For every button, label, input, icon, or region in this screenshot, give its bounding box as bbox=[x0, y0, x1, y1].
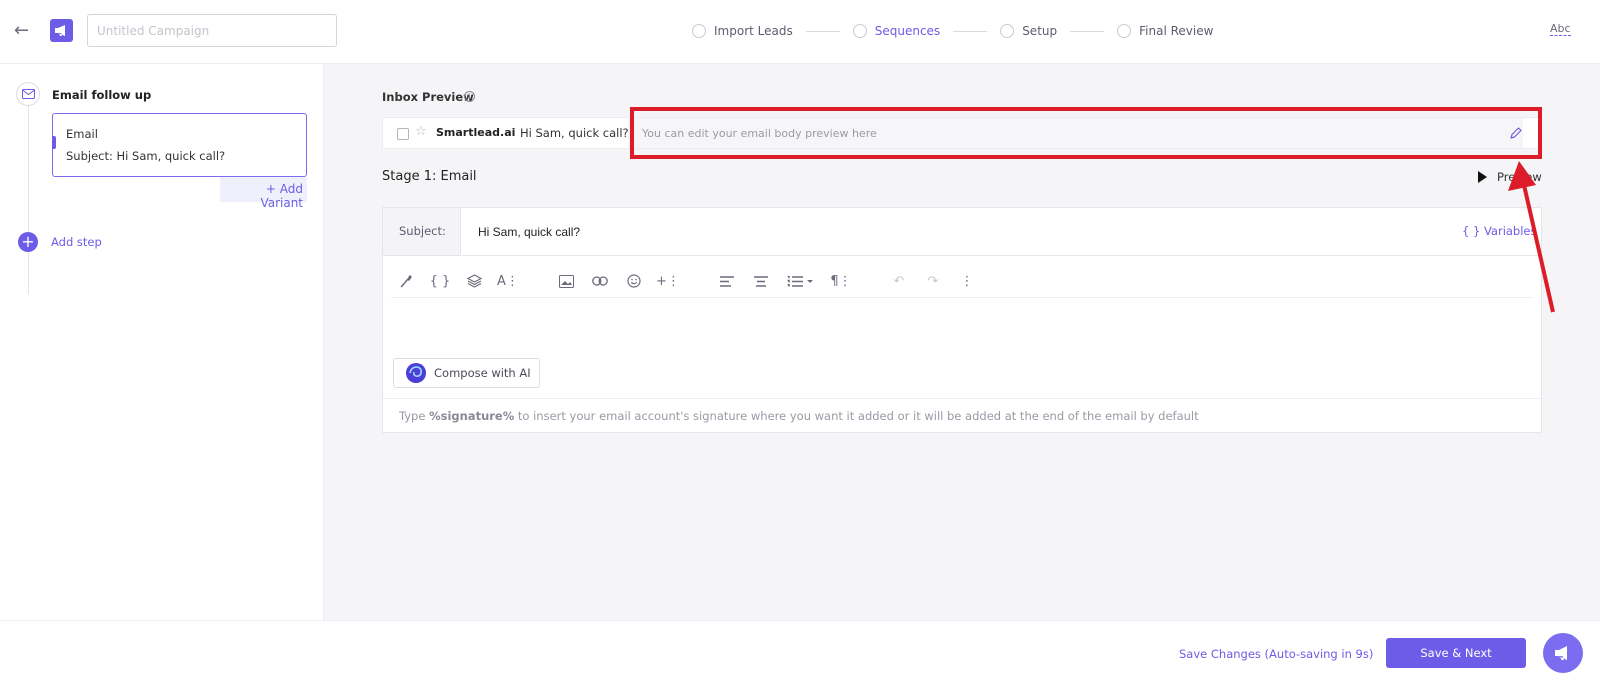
step-label: Import Leads bbox=[714, 24, 793, 38]
numbered-list-icon[interactable] bbox=[784, 270, 816, 292]
paragraph-icon[interactable]: ¶⋮ bbox=[830, 270, 852, 292]
step-connector bbox=[805, 30, 840, 32]
step-setup[interactable]: Setup bbox=[1000, 24, 1057, 38]
editor-toolbar: { } A⋮ +⋮ ¶⋮ ↶ ↷ ⋮ bbox=[391, 260, 1533, 298]
wizard-stepper: Import Leads Sequences Setup Final Revie… bbox=[692, 22, 1213, 40]
code-braces-icon[interactable]: { } bbox=[429, 270, 451, 292]
align-left-icon[interactable] bbox=[716, 270, 738, 292]
font-size-icon[interactable]: A⋮ bbox=[497, 270, 519, 292]
emoji-icon[interactable] bbox=[623, 270, 645, 292]
info-icon[interactable]: i bbox=[464, 91, 475, 102]
step-label: Setup bbox=[1022, 24, 1058, 38]
image-icon[interactable] bbox=[555, 270, 577, 292]
variables-button[interactable]: { } Variables bbox=[1462, 224, 1537, 238]
email-variant-card[interactable]: Email Subject: Hi Sam, quick call? bbox=[52, 113, 307, 177]
variant-type: Email bbox=[66, 127, 98, 141]
step-label: Final Review bbox=[1139, 24, 1214, 38]
star-icon[interactable]: ☆ bbox=[415, 124, 427, 139]
sequence-step-title: Email follow up bbox=[52, 88, 152, 102]
announcement-megaphone-icon[interactable] bbox=[1543, 633, 1583, 673]
timeline-line bbox=[28, 104, 29, 294]
step-label: Sequences bbox=[874, 24, 941, 38]
signature-hint-suffix: to insert your email account's signature… bbox=[514, 409, 1199, 423]
redo-icon[interactable]: ↷ bbox=[922, 270, 944, 292]
step-circle-icon bbox=[1117, 24, 1132, 38]
stage-title: Stage 1: Email bbox=[382, 169, 477, 184]
undo-icon[interactable]: ↶ bbox=[888, 270, 910, 292]
step-connector bbox=[1070, 30, 1105, 32]
step-import-leads[interactable]: Import Leads bbox=[692, 24, 793, 38]
add-variant-button[interactable]: + Add Variant bbox=[220, 177, 307, 210]
step-sequences[interactable]: Sequences bbox=[852, 24, 941, 38]
add-step-button[interactable]: Add step bbox=[51, 235, 102, 249]
preview-subject: Hi Sam, quick call? bbox=[520, 126, 629, 140]
align-center-icon[interactable] bbox=[750, 270, 772, 292]
signature-hint-prefix: Type bbox=[399, 409, 430, 423]
brush-icon[interactable] bbox=[395, 270, 417, 292]
insert-plus-icon[interactable]: +⋮ bbox=[656, 270, 680, 292]
campaign-name-input[interactable] bbox=[87, 14, 337, 47]
row-checkbox[interactable] bbox=[397, 128, 409, 140]
layers-icon[interactable] bbox=[463, 270, 485, 292]
step-circle-icon bbox=[692, 24, 706, 38]
signature-token: %signature% bbox=[429, 409, 515, 423]
save-changes-link[interactable]: Save Changes (Auto-saving in 9s) bbox=[1179, 647, 1373, 661]
inbox-preview-row: ☆ Smartlead.ai Hi Sam, quick call? bbox=[382, 117, 1542, 149]
preview-sender: Smartlead.ai bbox=[436, 126, 516, 139]
subject-label: Subject: bbox=[383, 208, 461, 256]
top-bar: ← Import Leads Sequences Setup Final Rev… bbox=[0, 0, 1600, 64]
subject-input[interactable] bbox=[462, 208, 1442, 256]
step-final-review[interactable]: Final Review bbox=[1117, 24, 1213, 38]
back-arrow-icon[interactable]: ← bbox=[14, 18, 36, 44]
megaphone-logo-icon bbox=[50, 19, 73, 42]
email-editor: Subject: { } Variables { } A⋮ +⋮ ¶⋮ bbox=[382, 207, 1542, 433]
link-icon[interactable] bbox=[589, 270, 611, 292]
bottom-bar: Save Changes (Auto-saving in 9s) Save & … bbox=[0, 620, 1600, 682]
add-step-plus-icon[interactable]: + bbox=[18, 232, 38, 252]
step-circle-icon bbox=[852, 24, 867, 38]
save-next-button[interactable]: Save & Next bbox=[1386, 638, 1526, 668]
pencil-edit-icon[interactable] bbox=[1509, 125, 1523, 139]
variant-subject: Subject: Hi Sam, quick call? bbox=[66, 149, 226, 163]
signature-hint: Type %signature% to insert your email ac… bbox=[383, 398, 1541, 433]
sequence-sidebar: Email follow up Email Subject: Hi Sam, q… bbox=[0, 64, 324, 620]
compose-with-ai-label: Compose with AI bbox=[434, 366, 531, 380]
more-options-icon[interactable]: ⋮ bbox=[956, 270, 978, 292]
play-icon bbox=[1478, 171, 1487, 183]
email-body-preview-input[interactable] bbox=[628, 118, 1523, 148]
envelope-icon bbox=[16, 82, 40, 106]
spell-check-icon[interactable]: Abc bbox=[1550, 22, 1571, 36]
compose-with-ai-button[interactable]: Compose with AI bbox=[393, 358, 540, 388]
preview-button[interactable]: Preview bbox=[1478, 170, 1542, 184]
step-connector bbox=[953, 30, 988, 32]
step-circle-icon bbox=[1000, 24, 1015, 38]
inbox-preview-title: Inbox Preview bbox=[382, 90, 474, 104]
ai-swirl-icon bbox=[406, 363, 426, 383]
preview-label: Preview bbox=[1497, 170, 1542, 184]
